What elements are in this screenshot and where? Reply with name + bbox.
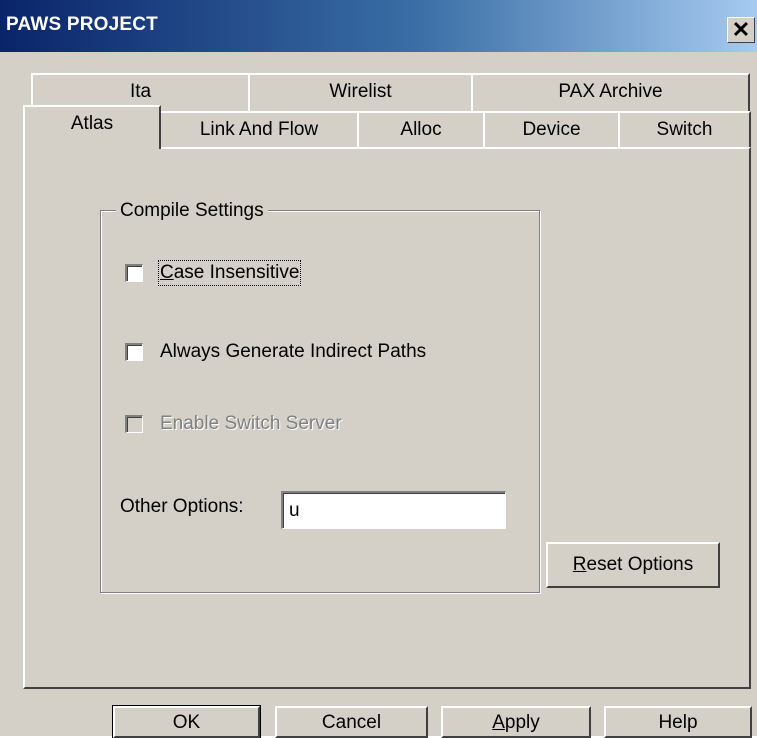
always-generate-indirect-paths-checkbox[interactable] [125,343,143,361]
ok-label: OK [172,712,201,733]
other-options-input[interactable] [281,491,506,529]
tab-wirelist-label: Wirelist [329,81,392,102]
tab-ita-label: Ita [129,81,152,102]
cancel-label: Cancel [321,712,382,733]
help-label: Help [658,712,698,733]
tab-pax-archive[interactable]: PAX Archive [471,73,750,111]
cancel-button[interactable]: Cancel [275,706,428,738]
case-insensitive-checkbox[interactable] [125,264,143,282]
close-icon: ✕ [731,17,751,42]
window-title: PAWS PROJECT [6,14,158,35]
enable-switch-server-checkbox [125,415,143,433]
close-button[interactable]: ✕ [727,17,755,43]
tab-atlas-label: Atlas [70,113,114,134]
enable-switch-server-label: Enable Switch Server [160,413,342,434]
enable-switch-server-row: Enable Switch Server [125,413,342,435]
apply-label: pply [504,712,540,733]
apply-button[interactable]: Apply [441,706,591,738]
always-generate-indirect-paths-label[interactable]: Always Generate Indirect Paths [160,341,426,363]
compile-settings-legend: Compile Settings [116,200,268,222]
tab-atlas[interactable]: Atlas [23,105,161,149]
tab-switch[interactable]: Switch [618,111,751,149]
tab-link-and-flow-label: Link And Flow [199,119,319,140]
tab-link-and-flow[interactable]: Link And Flow [159,111,359,149]
tab-device-label: Device [522,119,581,140]
tab-pax-archive-label: PAX Archive [558,81,663,102]
tab-switch-label: Switch [656,119,713,140]
reset-options-button[interactable]: Reset Options [546,542,720,588]
reset-mnemonic: R [572,554,587,575]
ok-button[interactable]: OK [112,705,261,738]
tab-alloc-label: Alloc [400,119,442,140]
tab-device[interactable]: Device [483,111,620,149]
apply-mnemonic: A [492,712,505,733]
always-generate-row[interactable]: Always Generate Indirect Paths [125,341,426,363]
reset-label: eset Options [586,554,694,575]
case-insensitive-label[interactable]: Case Insensitive [157,260,302,286]
help-button[interactable]: Help [604,706,752,738]
paws-project-dialog: PAWS PROJECT ✕ Ita Wirelist PAX Archive … [0,0,757,738]
case-insensitive-row[interactable]: Case Insensitive [125,260,302,286]
title-bar[interactable]: PAWS PROJECT ✕ [0,0,757,52]
tab-wirelist[interactable]: Wirelist [248,73,473,111]
tab-alloc[interactable]: Alloc [357,111,485,149]
other-options-label: Other Options: [120,496,244,517]
